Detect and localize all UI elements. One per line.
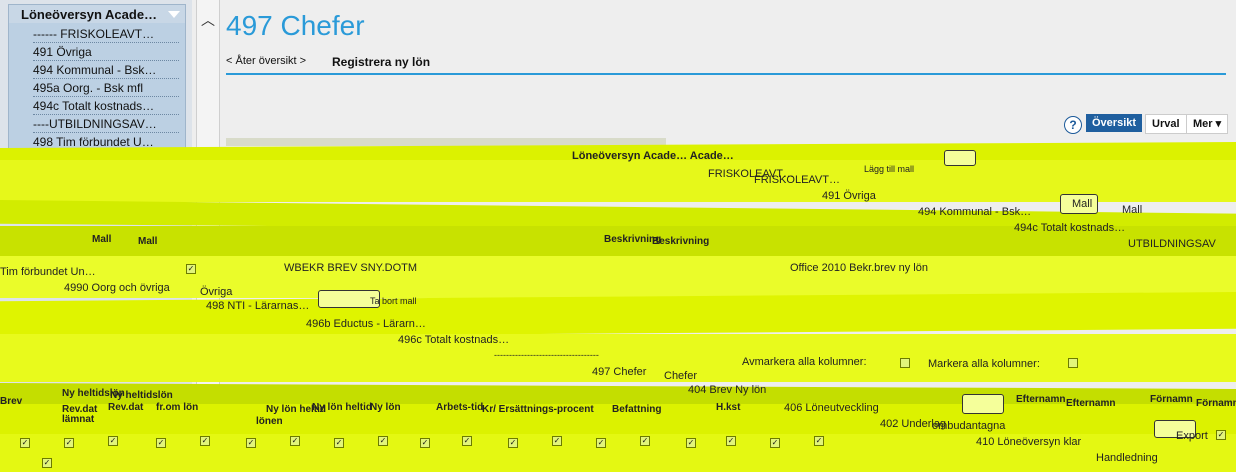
glitch-text: Chefer [664,370,698,382]
glitch-text: Mall [92,234,112,245]
glitch-text: Övriga [200,286,233,298]
glitch-text: Office 2010 Bekr.brev ny lön [790,262,928,274]
checkbox: ✓ [686,438,696,448]
glitch-text: Förnamn [1150,394,1193,405]
glitch-text: Ny lön heltid [312,402,372,413]
checkbox: ✓ [20,438,30,448]
checkbox: ✓ [770,438,780,448]
glitch-text: Tim förbundet Un… [0,266,96,278]
glitch-text: Mall [138,236,158,247]
checkbox: ✓ [508,438,518,448]
glitch-text: Ny heltidslön [110,390,173,401]
glitch-text: Handledning [1096,452,1158,464]
glitch-text: Efternamn [1066,398,1116,409]
checkbox: ✓ [552,436,562,446]
glitch-text: 404 Brev Ny lön [688,384,767,396]
checkbox: ✓ [596,438,606,448]
checkbox: ✓ [290,436,300,446]
glitch-text: H.kst [716,402,741,413]
checkbox [1068,358,1078,368]
checkbox: ✓ [334,438,344,448]
checkbox: ✓ [108,436,118,446]
glitch-text: Rev.dat [108,402,144,413]
checkbox: ✓ [640,436,650,446]
checkbox: ✓ [246,438,256,448]
glitch-text: lämnat [62,414,95,425]
checkbox: ✓ [726,436,736,446]
checkbox: ✓ [64,438,74,448]
glitch-text: 496b Eductus - Lärarn… [306,318,426,330]
glitch-text: Beskrivning [652,236,710,247]
glitch-text: 410 Löneöversyn klar [976,436,1082,448]
glitch-text: WBEKR BREV SNY.DOTM [284,262,418,274]
glitch-text: Mall [1072,198,1093,210]
glitch-button [944,150,976,166]
checkbox: ✓ [462,436,472,446]
glitch-text: Arbets-tid [436,402,484,413]
checkbox: ✓ [156,438,166,448]
glitch-text: 494 Kommunal - Bsk… [918,206,1032,218]
glitch-text: Efternamn [1016,394,1066,405]
checkbox: ✓ [378,436,388,446]
glitch-text: Markera alla kolumner: [928,358,1040,370]
glitch-text: 498 NTI - Lärarnas… [206,300,310,312]
glitch-text: Export [1176,430,1208,442]
glitch-text: Ny lön [370,402,401,413]
checkbox: ✓ [814,436,824,446]
glitch-text: Avmarkera alla kolumner: [742,356,867,368]
glitch-band [0,256,1236,298]
glitch-text: Brev [0,396,23,407]
checkbox: ✓ [42,458,52,468]
glitch-text: 497 Chefer [592,366,647,378]
glitch-text: 4990 Oorg och övriga [64,282,170,294]
glitch-text: Kr/ Ersättnings-procent [482,404,594,415]
glitch-band [226,138,666,146]
glitch-band [0,292,1236,338]
glitch-text: FRISKOLEAVT… [754,174,840,186]
glitch-text: Lägg till mall [864,164,915,174]
glitch-text: UTBILDNINGSAV [1128,238,1216,250]
glitch-text: fr.om lön [156,402,199,413]
glitch-text: 494c Totalt kostnads… [1014,222,1126,234]
glitch-text: lönen [256,416,283,427]
checkbox [900,358,910,368]
checkbox: ✓ [186,264,196,274]
glitch-text: Mall [1122,204,1143,216]
glitch-text: Löneöversyn Acade… Acade… [572,150,734,162]
glitch-band [0,160,1236,202]
glitch-text: Befattning [612,404,662,415]
glitch-text: Ta bort mall [370,296,417,306]
checkbox: ✓ [1216,430,1226,440]
glitch-text: 496c Totalt kostnads… [398,334,510,346]
checkbox: ✓ [200,436,210,446]
glitch-text: ----------------------------------- [494,350,599,360]
glitch-button [962,394,1004,414]
glitch-text: ombudantagna [932,420,1006,432]
checkbox: ✓ [420,438,430,448]
glitched-content-area: Löneöversyn Acade… Acade… FRISKOLEAVT… F… [0,0,1236,472]
glitch-text: 491 Övriga [822,190,876,202]
glitch-text: Förnamn [1196,398,1236,409]
glitch-text: 406 Löneutveckling [784,402,879,414]
